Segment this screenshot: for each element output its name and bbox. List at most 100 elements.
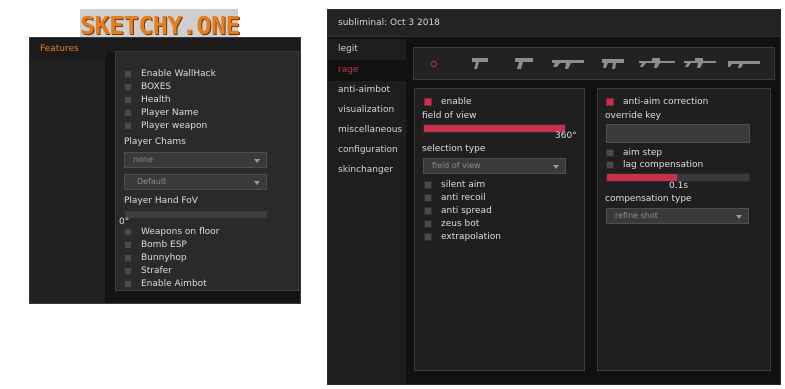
fov-label: field of view [422,111,477,121]
checkbox-row[interactable]: extrapolation [424,231,501,243]
checkbox-label: silent aim [441,180,486,190]
features-window: Features Enable WallHack BOXES Health Pl… [29,37,301,304]
comp-type-select[interactable]: refine shot [606,208,749,224]
checkbox-row[interactable]: Bomb ESP [124,239,187,251]
checkbox[interactable] [124,241,132,249]
checkbox[interactable] [124,228,132,236]
shotgun-icon[interactable] [727,56,761,70]
checkbox[interactable] [124,254,132,262]
fov-slider-fill [424,125,565,132]
override-key-label: override key [605,111,661,121]
checkbox[interactable] [424,233,432,241]
default-select-value: Default [137,177,167,186]
checkbox-label: Player weapon [141,121,208,131]
nav-item-configuration[interactable]: configuration [338,145,398,155]
checkbox-row[interactable]: anti recoil [424,192,486,204]
anti-aim-panel: anti-aim correction override key aim ste… [597,88,771,371]
checkbox[interactable] [124,280,132,288]
general-icon[interactable] [431,61,437,67]
lag-value: 0.1s [669,181,689,191]
checkbox[interactable] [606,161,614,169]
selection-type-label: selection type [422,144,486,154]
checkbox-row[interactable]: Enable Aimbot [124,278,207,290]
title-bar[interactable]: subliminal: Oct 3 2018 [328,10,780,37]
checkbox-row[interactable]: lag compensation [606,159,703,171]
checkbox-label: Strafer [141,266,172,276]
features-sidebar [30,60,106,303]
checkbox[interactable] [424,194,432,202]
subliminal-window: subliminal: Oct 3 2018 legit rage anti-a… [327,9,781,385]
checkbox-row[interactable]: zeus bot [424,218,479,230]
tab-features[interactable]: Features [30,38,105,60]
checkbox[interactable] [424,207,432,215]
smg-icon[interactable] [601,56,625,70]
checkbox[interactable] [124,267,132,275]
checkbox-label: Enable WallHack [141,69,216,79]
chams-select[interactable]: none [124,152,267,168]
comp-type-value: refine shot [615,211,658,220]
selection-type-select[interactable]: field of view [423,158,566,174]
checkbox-row[interactable]: silent aim [424,179,485,191]
checkbox-row[interactable]: Weapons on floor [124,226,219,238]
checkbox-row[interactable]: Player Name [124,107,198,119]
chevron-down-icon [254,159,260,163]
checkbox-label: zeus bot [441,219,480,229]
hand-fov-slider[interactable] [124,210,268,219]
anti-aim-row[interactable]: anti-aim correction [606,96,708,108]
weapon-group-bar [413,47,775,80]
checkbox[interactable] [606,149,614,157]
nav-item-miscellaneous[interactable]: miscellaneous [338,125,402,135]
checkbox[interactable] [124,109,132,117]
checkbox-row[interactable]: Bunnyhop [124,252,187,264]
auto-sniper-icon[interactable] [683,56,717,70]
default-select[interactable]: Default [124,174,267,190]
checkbox-row[interactable]: BOXES [124,81,171,93]
enable-label: enable [441,97,472,107]
checkbox-row[interactable]: Enable WallHack [124,68,216,80]
checkbox-label: extrapolation [441,232,501,242]
checkbox-label: Bomb ESP [141,240,187,250]
checkbox-label: Health [141,95,171,105]
checkbox-label: Weapons on floor [141,227,220,237]
tab-features-label: Features [40,44,79,54]
rage-aimbot-panel: enable field of view 360° selection type… [414,88,585,371]
anti-aim-label: anti-aim correction [623,97,709,107]
checkbox-row[interactable]: aim step [606,147,662,159]
anti-aim-checkbox[interactable] [606,98,614,106]
sniper-icon[interactable] [638,56,676,70]
checkbox-label: aim step [623,148,663,158]
checkbox[interactable] [424,220,432,228]
checkbox-row[interactable]: Player weapon [124,120,207,132]
checkbox[interactable] [124,122,132,130]
checkbox[interactable] [124,83,132,91]
nav-item-legit[interactable]: legit [338,44,358,54]
player-chams-label: Player Chams [124,137,186,147]
heavy-pistol-icon[interactable] [514,56,534,70]
nav-item-skinchanger[interactable]: skinchanger [338,165,393,175]
chevron-down-icon [553,165,559,169]
window-title: subliminal: Oct 3 2018 [338,18,440,28]
checkbox-row[interactable]: Strafer [124,265,172,277]
fov-value: 360° [555,131,577,141]
comp-type-label: compensation type [605,194,692,204]
features-panel: Enable WallHack BOXES Health Player Name… [115,51,299,291]
checkbox[interactable] [424,181,432,189]
checkbox-row[interactable]: anti spread [424,205,492,217]
checkbox[interactable] [124,70,132,78]
checkbox-label: Player Name [141,108,199,118]
nav-item-visualization[interactable]: visualization [338,105,394,115]
override-key-input[interactable] [606,124,750,143]
enable-row[interactable]: enable [424,96,472,108]
fov-slider[interactable] [423,124,566,133]
rifle-icon[interactable] [551,56,585,70]
nav-item-anti-aimbot[interactable]: anti-aimbot [338,85,390,95]
enable-checkbox[interactable] [424,98,432,106]
selection-type-value: field of view [432,161,481,170]
lag-slider-fill [607,174,677,181]
chevron-down-icon [736,215,742,219]
checkbox[interactable] [124,96,132,104]
nav-item-rage[interactable]: rage [338,65,358,75]
checkbox-label: Enable Aimbot [141,279,207,289]
pistol-icon[interactable] [471,56,489,70]
checkbox-row[interactable]: Health [124,94,171,106]
